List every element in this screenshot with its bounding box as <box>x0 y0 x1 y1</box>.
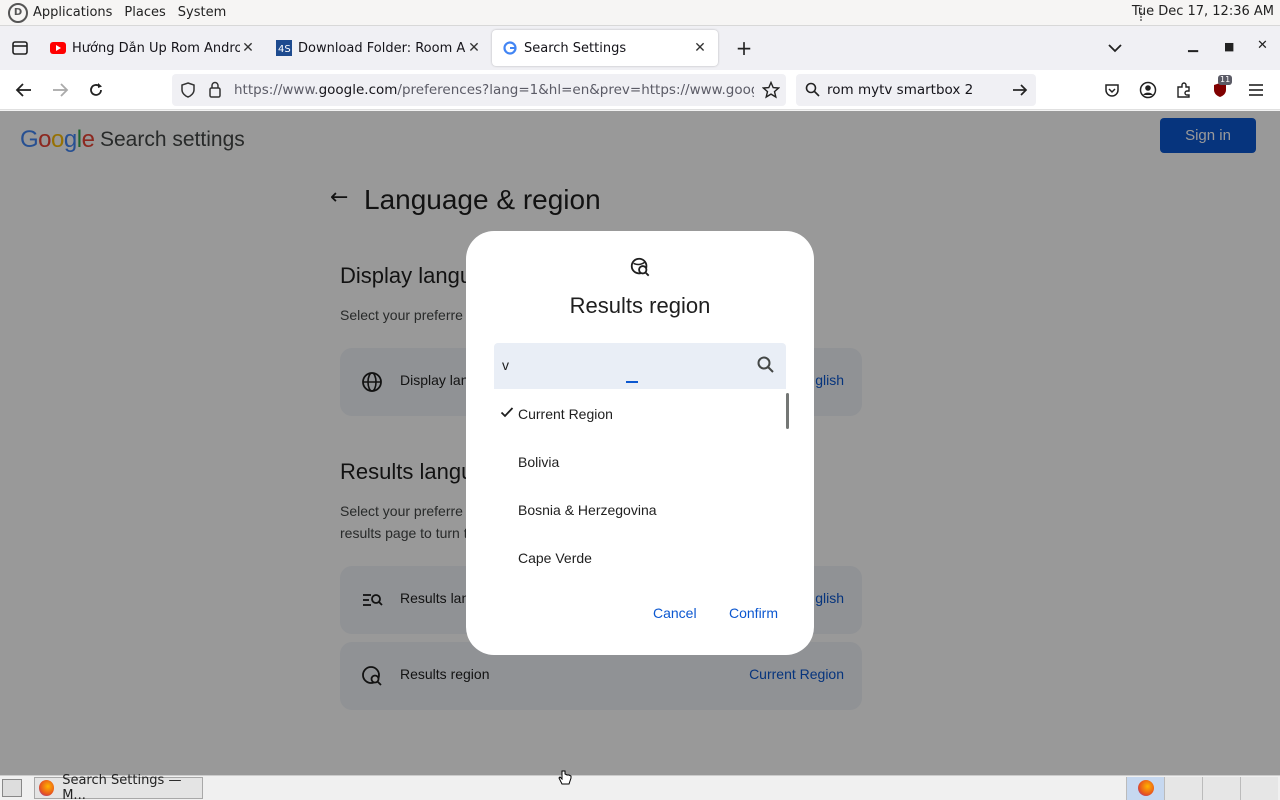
tab-strip: Hướng Dẫn Up Rom Android ✕ 4S Download F… <box>0 26 1280 70</box>
forward-button[interactable] <box>42 74 78 106</box>
extension-badge: 11 <box>1218 75 1233 85</box>
tracking-protection-shield-icon[interactable] <box>180 82 196 98</box>
back-button[interactable] <box>6 74 42 106</box>
lock-icon[interactable] <box>208 81 222 98</box>
taskbar-window-title: Search Settings — M... <box>62 773 182 800</box>
taskbar-window-button[interactable]: Search Settings — M... <box>34 773 203 800</box>
firefox-view-button[interactable] <box>0 26 40 70</box>
applications-menu[interactable]: Applications <box>33 5 112 20</box>
system-menu[interactable]: System <box>178 5 226 20</box>
tab-close-icon[interactable]: ✕ <box>692 40 708 56</box>
workspace-3[interactable] <box>1202 777 1240 800</box>
tab-title: Download Folder: Room Android <box>298 40 466 56</box>
workspace-1[interactable] <box>1126 777 1164 800</box>
region-option-label: Bolivia <box>518 454 560 470</box>
account-icon <box>1139 81 1157 99</box>
list-all-tabs-button[interactable] <box>1108 38 1122 57</box>
bottom-taskbar: Search Settings — M... <box>0 773 1280 800</box>
ublock-origin-button[interactable]: 11 <box>1210 75 1233 100</box>
search-go-arrow-icon[interactable] <box>1012 83 1028 97</box>
tab-search-settings[interactable]: Search Settings ✕ <box>492 30 718 66</box>
arrow-left-icon <box>15 83 31 97</box>
firefox-view-icon <box>12 41 28 55</box>
region-option-label: Bosnia & Herzegovina <box>518 502 657 518</box>
search-query[interactable]: rom mytv smartbox 2 <box>827 82 973 98</box>
checkmark-icon <box>500 407 514 418</box>
tab-download-folder[interactable]: 4S Download Folder: Room Android ✕ <box>266 30 492 66</box>
region-option-label: Current Region <box>518 406 613 422</box>
maximize-button[interactable]: ■ <box>1224 40 1234 53</box>
tab-close-icon[interactable]: ✕ <box>466 40 482 56</box>
mouse-pointer-hand-icon <box>558 770 572 785</box>
dialog-title: Results region <box>569 293 711 318</box>
panel-clock[interactable]: Tue Dec 17, 12:36 AM <box>1132 4 1274 19</box>
4share-icon: 4S <box>276 40 292 56</box>
reload-button[interactable] <box>78 74 114 106</box>
web-page: Google Search settings Sign in ← Languag… <box>0 111 1280 775</box>
bookmark-star-icon[interactable] <box>762 81 780 99</box>
url-text[interactable]: https://www.google.com/preferences?lang=… <box>234 82 754 98</box>
region-option-label: Cape Verde <box>518 550 592 566</box>
firefox-icon <box>39 780 55 796</box>
globe-search-icon <box>630 257 650 277</box>
region-search-value[interactable]: v <box>502 357 509 373</box>
reload-icon <box>90 83 102 96</box>
workspace-4[interactable] <box>1240 777 1278 800</box>
puzzle-piece-icon <box>1177 82 1190 98</box>
minimize-button[interactable]: ▁ <box>1188 38 1198 53</box>
tab-close-icon[interactable]: ✕ <box>240 40 256 56</box>
firefox-icon <box>1138 780 1154 796</box>
region-option[interactable]: Bolivia <box>494 439 790 487</box>
hamburger-menu-icon <box>1249 84 1263 96</box>
system-top-panel: D Applications Places System Tue Dec 17,… <box>0 0 1280 26</box>
region-option[interactable]: Bosnia & Herzegovina <box>494 487 790 535</box>
youtube-icon <box>50 40 66 56</box>
svg-text:4S: 4S <box>278 44 291 55</box>
confirm-button[interactable]: Confirm <box>729 605 778 621</box>
extensions-button[interactable] <box>1174 80 1194 100</box>
arrow-right-icon <box>53 83 69 97</box>
region-option[interactable]: Current Region <box>494 391 790 439</box>
navigation-toolbar: https://www.google.com/preferences?lang=… <box>0 70 1280 110</box>
region-options-list: Current Region Bolivia Bosnia & Herzegov… <box>494 391 790 571</box>
search-bar[interactable]: rom mytv smartbox 2 <box>796 74 1036 106</box>
chevron-down-icon <box>1108 44 1122 53</box>
url-bar[interactable]: https://www.google.com/preferences?lang=… <box>172 74 786 106</box>
region-search-input[interactable]: v <box>494 343 786 389</box>
tab-title: Search Settings <box>524 40 627 56</box>
show-desktop-button[interactable] <box>2 779 22 797</box>
list-scrollbar[interactable] <box>786 393 789 429</box>
cancel-button[interactable]: Cancel <box>653 605 697 621</box>
workspace-2[interactable] <box>1164 777 1202 800</box>
app-menu-button[interactable] <box>1246 80 1266 100</box>
places-menu[interactable]: Places <box>124 5 165 20</box>
google-g-icon <box>502 40 518 56</box>
text-cursor <box>626 381 638 383</box>
new-tab-button[interactable]: + <box>726 30 762 66</box>
search-icon <box>805 82 820 97</box>
account-button[interactable] <box>1138 80 1158 100</box>
tab-youtube[interactable]: Hướng Dẫn Up Rom Android ✕ <box>40 30 266 66</box>
pocket-button[interactable] <box>1102 80 1122 100</box>
distro-logo-icon[interactable]: D <box>8 2 28 23</box>
tab-title: Hướng Dẫn Up Rom Android <box>72 40 240 56</box>
close-window-button[interactable]: ✕ <box>1257 38 1268 53</box>
results-region-dialog: Results region v Current Region Bolivia … <box>466 231 814 655</box>
pocket-icon <box>1105 84 1119 97</box>
region-option[interactable]: Cape Verde <box>494 535 790 571</box>
search-icon[interactable] <box>756 355 776 375</box>
